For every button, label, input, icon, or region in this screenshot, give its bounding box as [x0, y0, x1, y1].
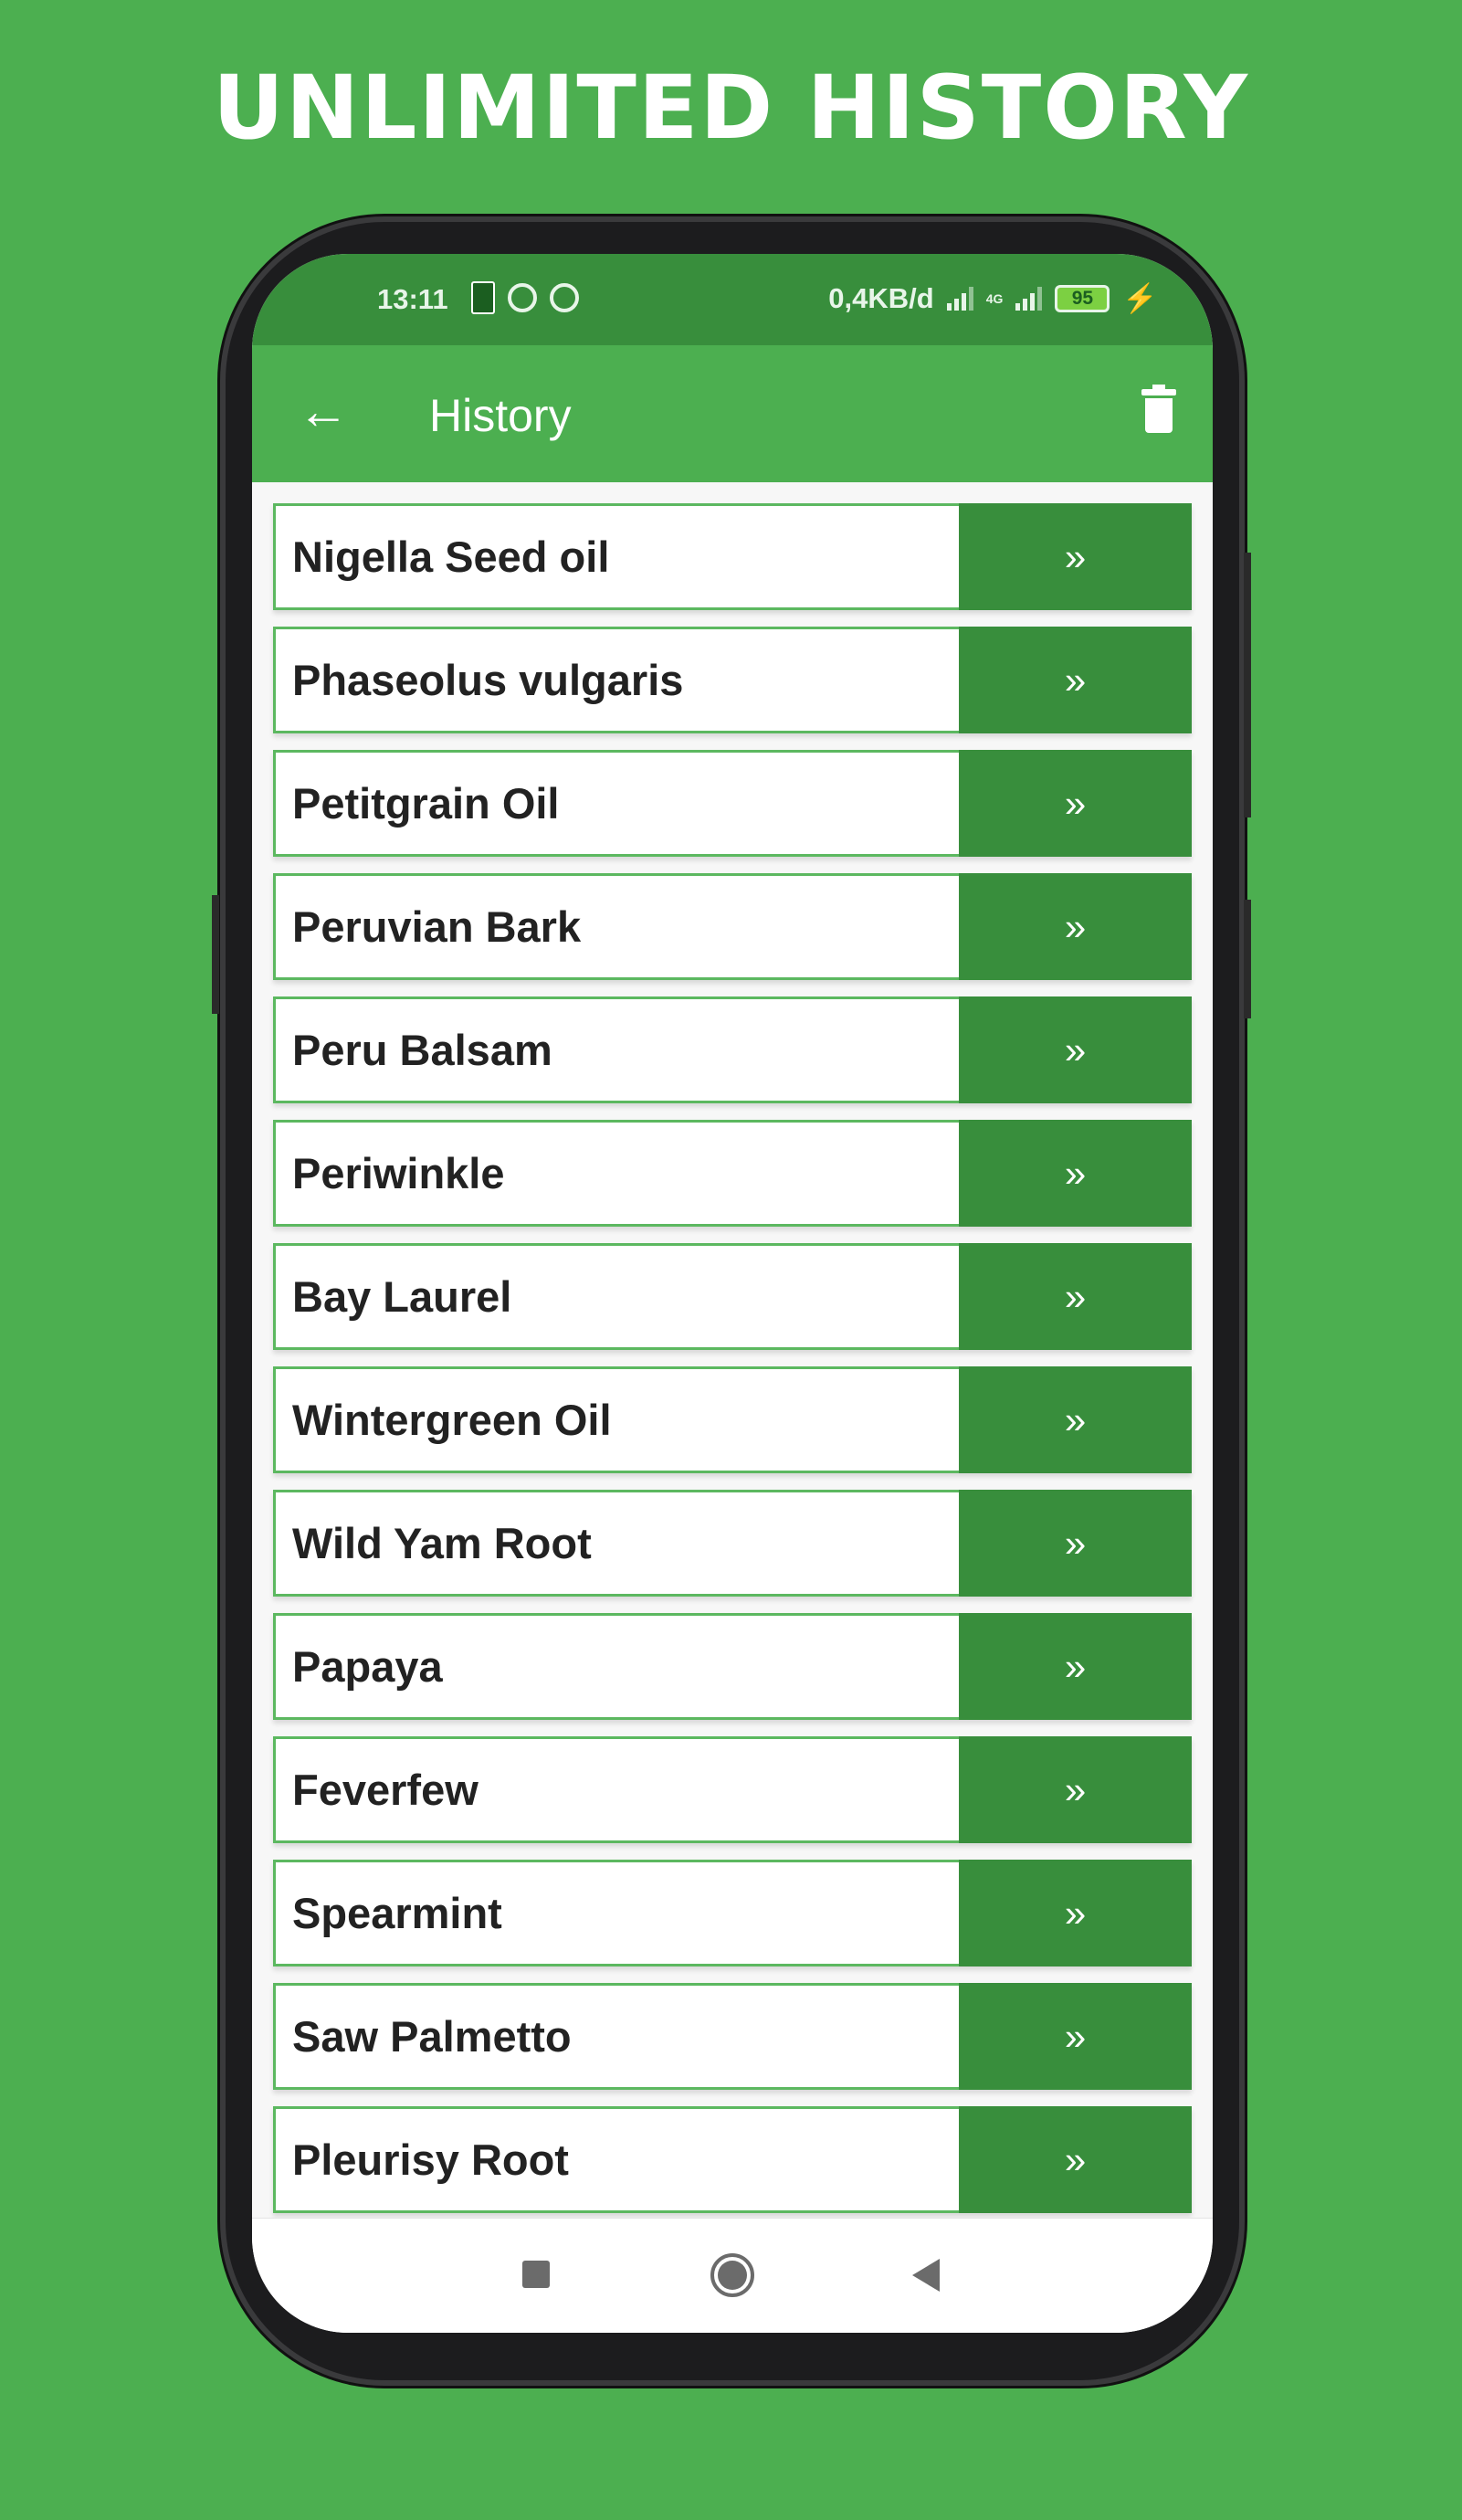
back-triangle-icon[interactable]: [912, 2259, 940, 2292]
home-circle-icon[interactable]: [710, 2253, 754, 2297]
history-item-label[interactable]: Spearmint: [273, 1860, 959, 1966]
history-item-label[interactable]: Bay Laurel: [273, 1243, 959, 1350]
phone-screen: 13:11 0,4KB/d 4G 95 ⚡ ← History Nigella …: [252, 254, 1213, 2333]
app-bar: ← History: [252, 345, 1213, 482]
phone-side-button: [212, 895, 219, 1014]
phone-side-button: [1244, 553, 1251, 817]
open-item-button[interactable]: »: [959, 2106, 1192, 2213]
open-item-button[interactable]: »: [959, 1983, 1192, 2090]
recents-square-icon[interactable]: [522, 2261, 550, 2288]
navigation-bar: [252, 2218, 1213, 2333]
phone-side-button: [1244, 900, 1251, 1018]
history-item[interactable]: Peruvian Bark»: [273, 873, 1192, 980]
open-item-button[interactable]: »: [959, 1243, 1192, 1350]
open-item-button[interactable]: »: [959, 503, 1192, 610]
history-item-label[interactable]: Peru Balsam: [273, 996, 959, 1103]
open-item-button[interactable]: »: [959, 1860, 1192, 1966]
history-item[interactable]: Phaseolus vulgaris»: [273, 627, 1192, 733]
history-item-label[interactable]: Petitgrain Oil: [273, 750, 959, 857]
history-item-label[interactable]: Wild Yam Root: [273, 1490, 959, 1597]
charging-icon: ⚡: [1122, 282, 1158, 314]
history-item[interactable]: Petitgrain Oil»: [273, 750, 1192, 857]
history-item[interactable]: Saw Palmetto»: [273, 1983, 1192, 2090]
history-item[interactable]: Wild Yam Root»: [273, 1490, 1192, 1597]
open-item-button[interactable]: »: [959, 1490, 1192, 1597]
cell-signal-icon: [1015, 286, 1043, 311]
app-notification-icon: [471, 281, 495, 314]
history-item[interactable]: Nigella Seed oil»: [273, 503, 1192, 610]
battery-icon: 95: [1055, 284, 1110, 312]
open-item-button[interactable]: »: [959, 996, 1192, 1103]
history-item-label[interactable]: Feverfew: [273, 1736, 959, 1843]
back-arrow-icon[interactable]: ←: [298, 384, 349, 438]
history-item-label[interactable]: Papaya: [273, 1613, 959, 1720]
trash-icon[interactable]: [1141, 385, 1176, 433]
page-title: History: [429, 390, 572, 441]
history-item[interactable]: Peru Balsam»: [273, 996, 1192, 1103]
history-item-label[interactable]: Pleurisy Root: [273, 2106, 959, 2213]
history-item[interactable]: Periwinkle»: [273, 1120, 1192, 1227]
open-item-button[interactable]: »: [959, 1120, 1192, 1227]
history-item[interactable]: Spearmint»: [273, 1860, 1192, 1966]
network-type: 4G: [985, 290, 1004, 306]
open-item-button[interactable]: »: [959, 1736, 1192, 1843]
status-bar: 13:11 0,4KB/d 4G 95 ⚡: [252, 254, 1213, 345]
open-item-button[interactable]: »: [959, 1613, 1192, 1720]
open-item-button[interactable]: »: [959, 1366, 1192, 1473]
data-rate: 0,4KB/d: [828, 281, 934, 314]
history-item[interactable]: Pleurisy Root»: [273, 2106, 1192, 2213]
history-item[interactable]: Feverfew»: [273, 1736, 1192, 1843]
history-item-label[interactable]: Peruvian Bark: [273, 873, 959, 980]
open-item-button[interactable]: »: [959, 873, 1192, 980]
history-item-label[interactable]: Periwinkle: [273, 1120, 959, 1227]
history-item[interactable]: Wintergreen Oil»: [273, 1366, 1192, 1473]
headline: UNLIMITED HISTORY: [212, 57, 1250, 159]
history-item-label[interactable]: Wintergreen Oil: [273, 1366, 959, 1473]
history-item-label[interactable]: Nigella Seed oil: [273, 503, 959, 610]
history-item[interactable]: Papaya»: [273, 1613, 1192, 1720]
open-item-button[interactable]: »: [959, 627, 1192, 733]
wifi-signal-icon: [946, 286, 973, 311]
history-item-label[interactable]: Saw Palmetto: [273, 1983, 959, 2090]
sync-notification-icon: [508, 283, 537, 312]
open-item-button[interactable]: »: [959, 750, 1192, 857]
history-item-label[interactable]: Phaseolus vulgaris: [273, 627, 959, 733]
sync-notification-icon: [550, 283, 579, 312]
status-time: 13:11: [377, 283, 448, 315]
history-list[interactable]: Nigella Seed oil» Phaseolus vulgaris» Peti…: [252, 482, 1213, 2218]
history-item[interactable]: Bay Laurel»: [273, 1243, 1192, 1350]
